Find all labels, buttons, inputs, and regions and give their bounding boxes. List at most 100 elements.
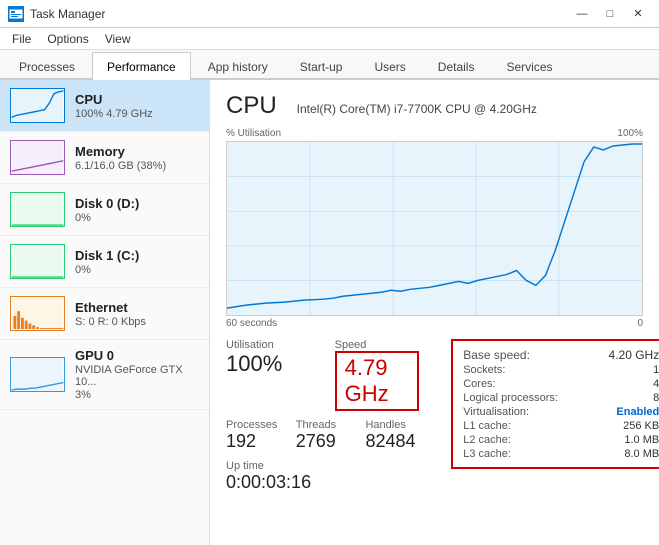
graph-area	[226, 141, 643, 316]
memory-subtitle: 6.1/16.0 GB (38%)	[75, 160, 199, 172]
base-speed-label: Base speed:	[463, 348, 530, 362]
graph-labels-top: % Utilisation 100%	[226, 128, 643, 139]
logical-label: Logical processors:	[463, 392, 558, 404]
app-title: Task Manager	[30, 7, 105, 21]
menu-view[interactable]: View	[97, 30, 139, 48]
l3-row: L3 cache: 8.0 MB	[463, 447, 659, 461]
sidebar-item-ethernet[interactable]: Ethernet S: 0 R: 0 Kbps	[0, 288, 209, 340]
sockets-row: Sockets: 1	[463, 363, 659, 377]
tab-details[interactable]: Details	[423, 52, 490, 80]
disk1-info: Disk 1 (C:) 0%	[75, 248, 199, 276]
graph-time-label: 60 seconds	[226, 318, 277, 329]
threads-value: 2769	[296, 431, 350, 452]
menu-bar: File Options View	[0, 28, 659, 50]
l1-label: L1 cache:	[463, 420, 511, 432]
graph-labels-bottom: 60 seconds 0	[226, 318, 643, 329]
ethernet-title: Ethernet	[75, 300, 199, 315]
sidebar-item-disk0[interactable]: Disk 0 (D:) 0%	[0, 184, 209, 236]
disk1-title: Disk 1 (C:)	[75, 248, 199, 263]
base-speed-row: Base speed: 4.20 GHz	[463, 347, 659, 363]
cores-row: Cores: 4	[463, 377, 659, 391]
tab-services[interactable]: Services	[491, 52, 567, 80]
tab-performance[interactable]: Performance	[92, 52, 191, 80]
content-area: CPU Intel(R) Core(TM) i7-7700K CPU @ 4.2…	[210, 80, 659, 545]
cpu-title: CPU	[75, 92, 199, 107]
virtualisation-value: Enabled	[616, 406, 659, 418]
tab-bar: Processes Performance App history Start-…	[0, 50, 659, 80]
sockets-label: Sockets:	[463, 364, 505, 376]
cpu-title-large: CPU	[226, 92, 277, 120]
cpu-thumbnail	[10, 88, 65, 123]
cpu-subtitle: 100% 4.79 GHz	[75, 108, 199, 120]
util-value: 100%	[226, 351, 311, 377]
disk0-title: Disk 0 (D:)	[75, 196, 199, 211]
maximize-button[interactable]: □	[597, 4, 623, 24]
disk1-thumbnail	[10, 244, 65, 279]
l2-label: L2 cache:	[463, 434, 511, 446]
menu-options[interactable]: Options	[39, 30, 96, 48]
speed-label: Speed	[335, 339, 420, 351]
stats-left: Utilisation 100% Speed 4.79 GHz Processe…	[226, 339, 419, 493]
cpu-model: Intel(R) Core(TM) i7-7700K CPU @ 4.20GHz	[297, 102, 537, 116]
cpu-info: CPU 100% 4.79 GHz	[75, 92, 199, 120]
cpu-header: CPU Intel(R) Core(TM) i7-7700K CPU @ 4.2…	[226, 92, 643, 120]
l2-value: 1.0 MB	[624, 434, 659, 446]
graph-time-right: 0	[637, 318, 643, 329]
memory-title: Memory	[75, 144, 199, 159]
minimize-button[interactable]: —	[569, 4, 595, 24]
logical-row: Logical processors: 8	[463, 391, 659, 405]
main-content: CPU 100% 4.79 GHz Memory 6.1/16.0 GB (38…	[0, 80, 659, 545]
sidebar: CPU 100% 4.79 GHz Memory 6.1/16.0 GB (38…	[0, 80, 210, 545]
sidebar-item-cpu[interactable]: CPU 100% 4.79 GHz	[0, 80, 209, 132]
handles-group: Handles 82484	[365, 419, 419, 452]
disk1-subtitle: 0%	[75, 264, 199, 276]
right-panel: Base speed: 4.20 GHz Sockets: 1 Cores: 4…	[451, 339, 659, 469]
gpu-title: GPU 0	[75, 348, 199, 363]
gpu-thumbnail	[10, 357, 65, 392]
sidebar-item-memory[interactable]: Memory 6.1/16.0 GB (38%)	[0, 132, 209, 184]
l2-row: L2 cache: 1.0 MB	[463, 433, 659, 447]
l1-value: 256 KB	[623, 420, 659, 432]
stats-and-right: Utilisation 100% Speed 4.79 GHz Processe…	[226, 339, 643, 493]
ethernet-info: Ethernet S: 0 R: 0 Kbps	[75, 300, 199, 328]
util-label: Utilisation	[226, 339, 311, 351]
processes-label: Processes	[226, 419, 280, 431]
graph-label: % Utilisation	[226, 128, 281, 139]
utilisation-group: Utilisation 100%	[226, 339, 311, 411]
cores-value: 4	[653, 378, 659, 390]
threads-label: Threads	[296, 419, 350, 431]
logical-value: 8	[653, 392, 659, 404]
disk0-info: Disk 0 (D:) 0%	[75, 196, 199, 224]
graph-container: % Utilisation 100%	[226, 128, 643, 329]
ethernet-subtitle: S: 0 R: 0 Kbps	[75, 316, 199, 328]
memory-thumbnail	[10, 140, 65, 175]
close-button[interactable]: ✕	[625, 4, 651, 24]
sidebar-item-disk1[interactable]: Disk 1 (C:) 0%	[0, 236, 209, 288]
menu-file[interactable]: File	[4, 30, 39, 48]
util-speed-row: Utilisation 100% Speed 4.79 GHz	[226, 339, 419, 411]
gpu-subtitle: NVIDIA GeForce GTX 10...	[75, 364, 199, 388]
tab-processes[interactable]: Processes	[4, 52, 90, 80]
base-speed-value: 4.20 GHz	[609, 348, 659, 362]
window-controls: — □ ✕	[569, 4, 651, 24]
l3-value: 8.0 MB	[624, 448, 659, 460]
sockets-value: 1	[653, 364, 659, 376]
l3-label: L3 cache:	[463, 448, 511, 460]
tab-users[interactable]: Users	[359, 52, 420, 80]
tab-startup[interactable]: Start-up	[285, 52, 358, 80]
gpu-info: GPU 0 NVIDIA GeForce GTX 10... 3%	[75, 348, 199, 401]
disk0-thumbnail	[10, 192, 65, 227]
uptime-section: Up time 0:00:03:16	[226, 460, 419, 493]
virtualisation-label: Virtualisation:	[463, 406, 529, 418]
speed-group: Speed 4.79 GHz	[335, 339, 420, 411]
tab-app-history[interactable]: App history	[193, 52, 283, 80]
sidebar-item-gpu[interactable]: GPU 0 NVIDIA GeForce GTX 10... 3%	[0, 340, 209, 410]
title-bar: Task Manager — □ ✕	[0, 0, 659, 28]
ethernet-thumbnail	[10, 296, 65, 331]
threads-group: Threads 2769	[296, 419, 350, 452]
pth-row: Processes 192 Threads 2769 Handles 82484	[226, 419, 419, 452]
processes-group: Processes 192	[226, 419, 280, 452]
graph-max: 100%	[617, 128, 643, 139]
title-bar-left: Task Manager	[8, 6, 105, 22]
processes-value: 192	[226, 431, 280, 452]
